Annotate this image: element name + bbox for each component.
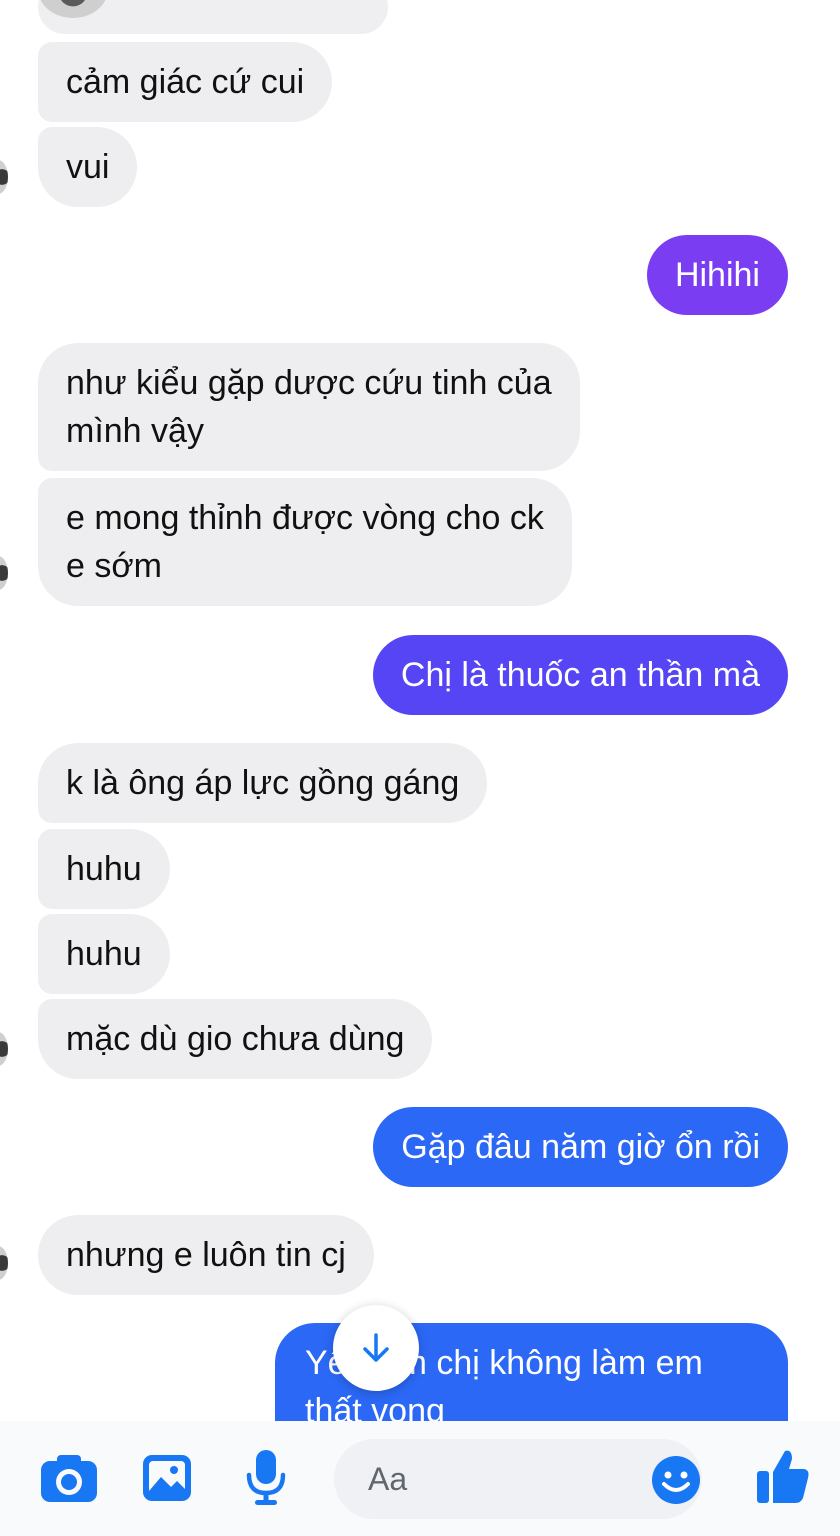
message-text-line: e sớm — [66, 547, 162, 585]
message-text-line: như kiểu gặp dược cứu tinh của — [66, 364, 552, 402]
message-text: huhu — [66, 850, 142, 888]
message-text: cảm giác cứ cui — [66, 63, 305, 101]
message-text: huhu — [66, 935, 142, 973]
outgoing-message[interactable]: Hihihi — [646, 235, 788, 315]
incoming-message[interactable]: như kiểu gặp dược cứu tinh của mình vậy — [38, 343, 580, 471]
message-text-line: e mong thỉnh được vòng cho ck — [66, 499, 544, 537]
message-input-placeholder: Aa — [368, 1461, 408, 1497]
incoming-message[interactable]: vui — [38, 127, 138, 207]
contact-avatar[interactable] — [0, 160, 8, 194]
camera-icon[interactable] — [40, 1453, 98, 1503]
contact-avatar[interactable] — [0, 1246, 8, 1280]
incoming-message[interactable]: k là ông áp lực gồng gáng — [38, 743, 488, 823]
contact-avatar[interactable] — [0, 1032, 8, 1066]
outgoing-message[interactable]: Chị là thuốc an thần mà — [372, 635, 788, 715]
incoming-message[interactable]: nhưng e luôn tin cj — [38, 1215, 374, 1295]
incoming-message[interactable]: e mong thỉnh được vòng cho ck e sớm — [38, 478, 572, 606]
thumbs-up-icon[interactable] — [756, 1447, 810, 1505]
message-input[interactable]: Aa — [334, 1439, 702, 1519]
arrow-down-icon — [363, 1333, 389, 1362]
incoming-message[interactable]: mặc dù gio chưa dùng — [38, 999, 433, 1079]
outgoing-message[interactable]: Gặp đâu năm giờ ổn rồi — [373, 1107, 788, 1187]
incoming-message[interactable]: huhu — [38, 829, 170, 909]
contact-avatar[interactable] — [0, 556, 8, 590]
message-text: nhưng e luôn tin cj — [66, 1236, 346, 1274]
chat-screen: cảm giác cứ cui vui Hihihi như kiểu gặp … — [0, 0, 840, 1536]
message-text: k là ông áp lực gồng gáng — [66, 764, 460, 802]
scroll-to-bottom-button[interactable] — [333, 1305, 419, 1391]
message-text: Hihihi — [674, 256, 760, 294]
incoming-message[interactable]: huhu — [38, 914, 170, 994]
emoji-icon[interactable] — [651, 1455, 701, 1505]
message-text-fragment: m chị không làm em — [398, 1344, 703, 1382]
gallery-icon[interactable] — [141, 1453, 193, 1503]
message-text: mặc dù gio chưa dùng — [66, 1020, 405, 1058]
microphone-icon[interactable] — [246, 1449, 286, 1507]
message-text: vui — [66, 148, 110, 186]
incoming-message[interactable]: cảm giác cứ cui — [38, 42, 333, 122]
message-text: Chị là thuốc an thần mà — [400, 656, 760, 694]
message-text-line: mình vậy — [66, 412, 204, 450]
message-text: Gặp đâu năm giờ ổn rồi — [401, 1128, 760, 1166]
